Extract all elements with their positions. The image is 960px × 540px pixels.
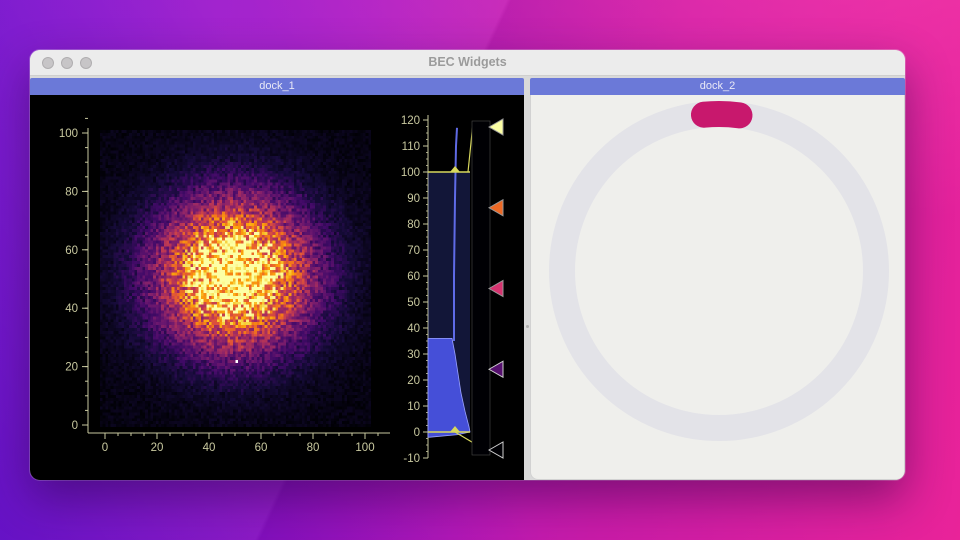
tick-label: 100 [401, 167, 420, 179]
plot-axes-and-histogram: 0204060801000204060801001201101009080706… [30, 95, 524, 480]
progress-ring [531, 95, 904, 479]
lut-gradient-bar[interactable] [472, 121, 490, 455]
dock1-plot-area: 0204060801000204060801001201101009080706… [30, 95, 524, 480]
tick-label: 110 [402, 141, 420, 153]
tick-label: 0 [102, 442, 108, 454]
tick-label: 20 [407, 375, 420, 387]
desktop: { "window": { "title": "BEC Widgets" }, … [0, 0, 960, 540]
tick-label: 120 [401, 115, 420, 127]
tick-label: 20 [65, 362, 78, 374]
ring-progress-segment [704, 114, 740, 115]
tick-label: 70 [407, 245, 420, 257]
tick-label: 100 [355, 442, 374, 454]
window-titlebar[interactable]: BEC Widgets [30, 50, 905, 76]
lut-tick-marker[interactable] [489, 200, 503, 216]
tick-label: 30 [407, 349, 420, 361]
ring-track [562, 114, 876, 428]
tick-label: 50 [407, 297, 420, 309]
tick-label: 100 [59, 128, 78, 140]
window-title: BEC Widgets [30, 55, 905, 69]
tick-label: 80 [307, 442, 320, 454]
lut-tick-marker[interactable] [489, 361, 503, 377]
tick-label: 10 [407, 401, 420, 413]
tick-label: 0 [414, 427, 420, 439]
tick-label: 80 [65, 186, 78, 198]
lut-tick-marker[interactable] [489, 442, 503, 458]
dock1-titlebar[interactable]: dock_1 [30, 78, 524, 95]
tick-label: 40 [203, 442, 216, 454]
tick-label: 0 [72, 420, 78, 432]
tick-label: 60 [255, 442, 268, 454]
lut-tick-marker[interactable] [489, 119, 503, 135]
lut-tick-marker[interactable] [489, 281, 503, 297]
tick-label: 60 [65, 245, 78, 257]
tick-label: 90 [407, 193, 420, 205]
tick-label: 80 [407, 219, 420, 231]
tick-label: 40 [65, 303, 78, 315]
region-handle[interactable] [450, 166, 460, 172]
tick-label: 20 [151, 442, 164, 454]
tick-label: -10 [403, 453, 420, 465]
app-window: BEC Widgets dock_1 dock_2 02040608010002… [30, 50, 905, 480]
tick-label: 40 [407, 323, 420, 335]
dock2-titlebar[interactable]: dock_2 [530, 78, 905, 95]
tick-label: 60 [407, 271, 420, 283]
dock2-spinner-area [530, 95, 905, 480]
